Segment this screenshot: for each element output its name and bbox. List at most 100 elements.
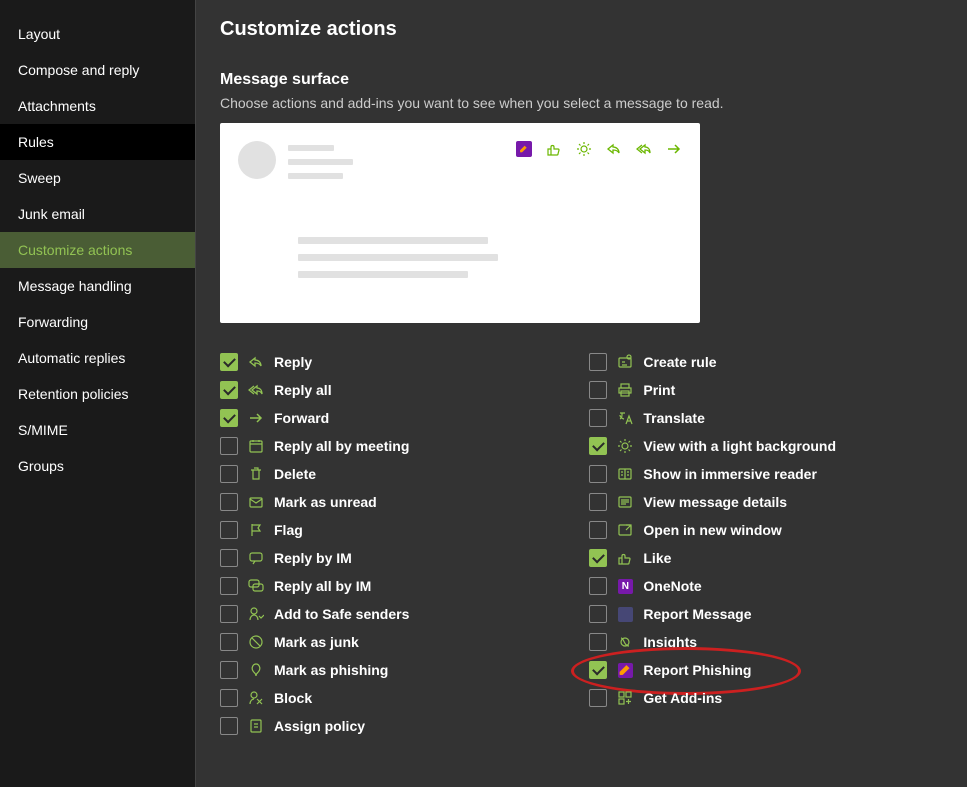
light-background-icon bbox=[576, 141, 592, 157]
reportmsg-icon bbox=[617, 606, 633, 622]
checkbox[interactable] bbox=[589, 353, 607, 371]
forward-icon bbox=[666, 141, 682, 157]
avatar-placeholder bbox=[238, 141, 276, 179]
action-label: Show in immersive reader bbox=[643, 466, 817, 482]
action-label: Translate bbox=[643, 410, 704, 426]
calendar-icon bbox=[248, 438, 264, 454]
sidebar-item-compose-and-reply[interactable]: Compose and reply bbox=[0, 52, 195, 88]
sidebar-item-attachments[interactable]: Attachments bbox=[0, 88, 195, 124]
section-title: Message surface bbox=[220, 71, 943, 89]
action-label: Mark as phishing bbox=[274, 662, 388, 678]
action-item-get-add-ins: Get Add-ins bbox=[589, 689, 836, 707]
checkbox[interactable] bbox=[589, 549, 607, 567]
checkbox[interactable] bbox=[589, 633, 607, 651]
onenote-icon: N bbox=[617, 578, 633, 594]
checkbox[interactable] bbox=[220, 521, 238, 539]
sidebar-item-layout[interactable]: Layout bbox=[0, 16, 195, 52]
action-label: Block bbox=[274, 690, 312, 706]
action-label: Flag bbox=[274, 522, 303, 538]
checkbox[interactable] bbox=[589, 661, 607, 679]
actions-column-left: ReplyReply allForwardReply all by meetin… bbox=[220, 353, 409, 735]
insights-icon bbox=[617, 634, 633, 650]
action-item-insights: Insights bbox=[589, 633, 836, 651]
action-label: OneNote bbox=[643, 578, 701, 594]
checkbox[interactable] bbox=[220, 437, 238, 455]
checkbox[interactable] bbox=[220, 493, 238, 511]
message-preview-card bbox=[220, 123, 700, 323]
policy-icon bbox=[248, 718, 264, 734]
action-item-open-in-new-window: Open in new window bbox=[589, 521, 836, 539]
action-label: Reply all by IM bbox=[274, 578, 371, 594]
forward-icon bbox=[248, 410, 264, 426]
checkbox[interactable] bbox=[589, 689, 607, 707]
action-label: Create rule bbox=[643, 354, 716, 370]
checkbox[interactable] bbox=[220, 661, 238, 679]
checkbox[interactable] bbox=[589, 409, 607, 427]
checkbox[interactable] bbox=[220, 353, 238, 371]
sidebar-item-automatic-replies[interactable]: Automatic replies bbox=[0, 340, 195, 376]
section-description: Choose actions and add-ins you want to s… bbox=[220, 95, 943, 111]
action-item-translate: Translate bbox=[589, 409, 836, 427]
action-label: Like bbox=[643, 550, 671, 566]
sidebar-item-rules[interactable]: Rules bbox=[0, 124, 195, 160]
replyall-icon bbox=[248, 382, 264, 398]
trash-icon bbox=[248, 466, 264, 482]
checkbox[interactable] bbox=[589, 605, 607, 623]
print-icon bbox=[617, 382, 633, 398]
action-label: Add to Safe senders bbox=[274, 606, 409, 622]
header-lines bbox=[288, 141, 504, 187]
sidebar-item-forwarding[interactable]: Forwarding bbox=[0, 304, 195, 340]
checkbox[interactable] bbox=[589, 437, 607, 455]
checkbox[interactable] bbox=[220, 465, 238, 483]
checkbox[interactable] bbox=[589, 465, 607, 483]
action-label: Reply bbox=[274, 354, 312, 370]
like-icon bbox=[546, 141, 562, 157]
action-label: Insights bbox=[643, 634, 697, 650]
checkbox[interactable] bbox=[220, 381, 238, 399]
sidebar-item-groups[interactable]: Groups bbox=[0, 448, 195, 484]
checkbox[interactable] bbox=[220, 605, 238, 623]
checkbox[interactable] bbox=[220, 409, 238, 427]
action-item-reply-all-by-meeting: Reply all by meeting bbox=[220, 437, 409, 455]
action-item-mark-as-junk: Mark as junk bbox=[220, 633, 409, 651]
sidebar-item-sweep[interactable]: Sweep bbox=[0, 160, 195, 196]
action-label: Report Phishing bbox=[643, 662, 751, 678]
action-label: View message details bbox=[643, 494, 787, 510]
sidebar-item-junk-email[interactable]: Junk email bbox=[0, 196, 195, 232]
sidebar-item-retention-policies[interactable]: Retention policies bbox=[0, 376, 195, 412]
rule-icon bbox=[617, 354, 633, 370]
flag-icon bbox=[248, 522, 264, 538]
action-item-reply-by-im: Reply by IM bbox=[220, 549, 409, 567]
checkbox[interactable] bbox=[589, 493, 607, 511]
action-label: Mark as unread bbox=[274, 494, 377, 510]
sidebar-item-s/mime[interactable]: S/MIME bbox=[0, 412, 195, 448]
action-label: Mark as junk bbox=[274, 634, 359, 650]
action-item-add-to-safe-senders: Add to Safe senders bbox=[220, 605, 409, 623]
addins-icon bbox=[617, 690, 633, 706]
action-item-mark-as-unread: Mark as unread bbox=[220, 493, 409, 511]
chatall-icon bbox=[248, 578, 264, 594]
checkbox[interactable] bbox=[220, 633, 238, 651]
block-icon bbox=[248, 690, 264, 706]
action-label: Reply all bbox=[274, 382, 332, 398]
action-label: Reply by IM bbox=[274, 550, 352, 566]
sidebar-item-customize-actions[interactable]: Customize actions bbox=[0, 232, 195, 268]
action-label: Report Message bbox=[643, 606, 751, 622]
action-item-block: Block bbox=[220, 689, 409, 707]
sun-icon bbox=[617, 438, 633, 454]
reply-icon bbox=[248, 354, 264, 370]
checkbox[interactable] bbox=[220, 577, 238, 595]
action-label: Print bbox=[643, 382, 675, 398]
reader-icon bbox=[617, 466, 633, 482]
settings-sidebar: LayoutCompose and replyAttachmentsRulesS… bbox=[0, 0, 196, 787]
action-item-like: Like bbox=[589, 549, 836, 567]
action-item-view-with-a-light-background: View with a light background bbox=[589, 437, 836, 455]
checkbox[interactable] bbox=[589, 577, 607, 595]
sidebar-item-message-handling[interactable]: Message handling bbox=[0, 268, 195, 304]
body-lines bbox=[298, 237, 682, 278]
checkbox[interactable] bbox=[220, 717, 238, 735]
checkbox[interactable] bbox=[589, 521, 607, 539]
checkbox[interactable] bbox=[220, 689, 238, 707]
checkbox[interactable] bbox=[220, 549, 238, 567]
checkbox[interactable] bbox=[589, 381, 607, 399]
